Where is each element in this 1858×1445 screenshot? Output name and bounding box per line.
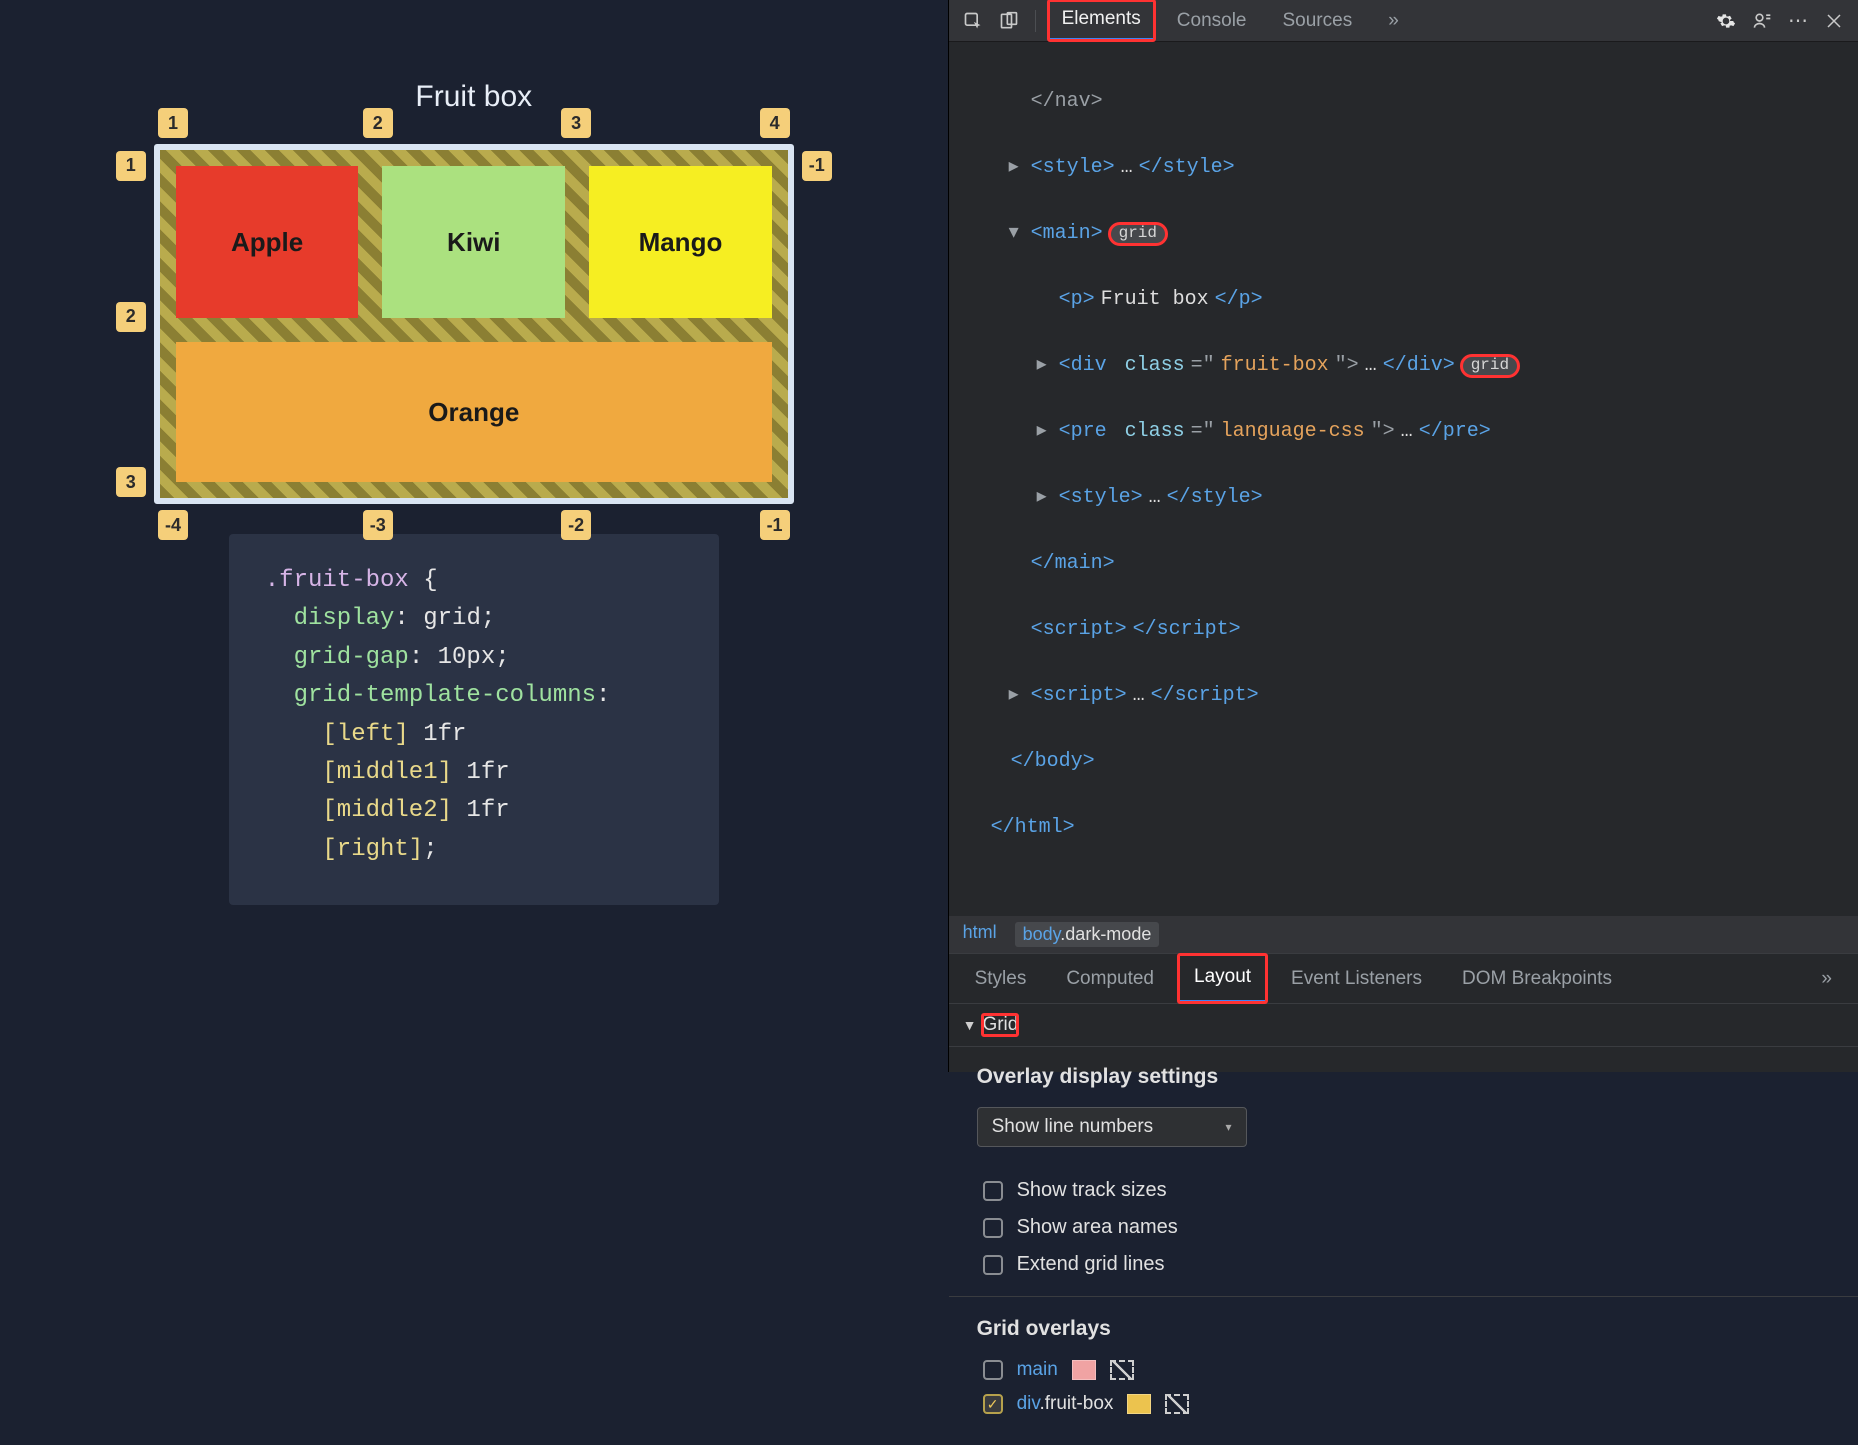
opt-extend-lines[interactable]: Extend grid lines: [983, 1253, 1824, 1276]
opt-track-sizes[interactable]: Show track sizes: [983, 1179, 1824, 1202]
breadcrumb-body[interactable]: body.dark-mode: [1015, 922, 1160, 947]
color-swatch-icon[interactable]: [1072, 1360, 1096, 1380]
checkbox-icon[interactable]: [983, 1181, 1003, 1201]
page-title: Fruit box: [415, 80, 532, 114]
subtabs-overflow[interactable]: »: [1805, 956, 1848, 1002]
grid-line-left-2: 2: [116, 302, 146, 332]
chevron-down-icon: ▼: [963, 1017, 977, 1033]
grid-overlays-heading: Grid overlays: [977, 1317, 1830, 1341]
css-code-card: .fruit-box { display: grid; grid-gap: 10…: [229, 534, 719, 905]
cell-kiwi: Kiwi: [382, 166, 565, 318]
subtab-styles[interactable]: Styles: [959, 956, 1043, 1002]
grid-line-top-1: 1: [158, 108, 188, 138]
device-toggle-icon[interactable]: [995, 7, 1023, 35]
reveal-icon[interactable]: [1110, 1360, 1134, 1380]
kebab-icon[interactable]: ⋯: [1784, 7, 1812, 35]
grid-badge-div[interactable]: grid: [1461, 355, 1519, 377]
grid-overlay-wrap: Apple Kiwi Mango Orange 1 2 3 4 -4 -3 -2…: [154, 144, 794, 504]
tab-sources[interactable]: Sources: [1269, 2, 1367, 40]
color-swatch-icon[interactable]: [1127, 1394, 1151, 1414]
grid-line-bot-1: -4: [158, 510, 188, 540]
overlay-row-fruitbox[interactable]: div.fruit-box: [983, 1393, 1824, 1415]
opt-area-names[interactable]: Show area names: [983, 1216, 1824, 1239]
layout-panel: Overlay display settings Show line numbe…: [949, 1047, 1858, 1445]
checkbox-icon[interactable]: [983, 1394, 1003, 1414]
cell-orange: Orange: [176, 342, 772, 482]
grid-line-bot-2: -3: [363, 510, 393, 540]
subtab-dom-breakpoints[interactable]: DOM Breakpoints: [1446, 956, 1628, 1002]
reveal-icon[interactable]: [1165, 1394, 1189, 1414]
grid-line-top-3: 3: [561, 108, 591, 138]
rendered-page-pane: Fruit box Apple Kiwi Mango Orange 1 2 3 …: [0, 0, 948, 1072]
grid-line-top-2: 2: [363, 108, 393, 138]
close-icon[interactable]: [1820, 7, 1848, 35]
tab-console[interactable]: Console: [1163, 2, 1261, 40]
subtab-layout[interactable]: Layout: [1178, 954, 1267, 1003]
dom-breadcrumb[interactable]: html body.dark-mode: [949, 916, 1858, 953]
tabs-overflow[interactable]: »: [1374, 2, 1413, 40]
feedback-icon[interactable]: [1748, 7, 1776, 35]
grid-line-bot-3: -2: [561, 510, 591, 540]
breadcrumb-html[interactable]: html: [963, 922, 997, 947]
subtab-computed[interactable]: Computed: [1050, 956, 1170, 1002]
checkbox-icon[interactable]: [983, 1218, 1003, 1238]
dom-nav-close[interactable]: </nav>: [1031, 85, 1103, 118]
cell-apple: Apple: [176, 166, 359, 318]
overlay-row-main[interactable]: main: [983, 1359, 1824, 1381]
grid-badge-main[interactable]: grid: [1109, 223, 1167, 245]
checkbox-icon[interactable]: [983, 1360, 1003, 1380]
overlay-settings-heading: Overlay display settings: [977, 1065, 1830, 1089]
tab-elements[interactable]: Elements: [1048, 0, 1155, 41]
grid-line-bot-4: -1: [760, 510, 790, 540]
gear-icon[interactable]: [1712, 7, 1740, 35]
checkbox-icon[interactable]: [983, 1255, 1003, 1275]
section-grid-header[interactable]: ▼ Grid: [949, 1004, 1858, 1047]
subtab-event-listeners[interactable]: Event Listeners: [1275, 956, 1438, 1002]
subpanel-tabs: Styles Computed Layout Event Listeners D…: [949, 953, 1858, 1004]
grid-line-right-1: -1: [802, 151, 832, 181]
grid-line-left-3: 3: [116, 467, 146, 497]
devtools-pane: Elements Console Sources » ⋯ </nav> ▸<st…: [948, 0, 1858, 1072]
section-grid-label: Grid: [982, 1014, 1018, 1036]
chevron-down-icon: ▾: [1226, 1120, 1232, 1134]
cell-mango: Mango: [589, 166, 772, 318]
inspect-icon[interactable]: [959, 7, 987, 35]
grid-line-top-4: 4: [760, 108, 790, 138]
devtools-toolbar: Elements Console Sources » ⋯: [949, 0, 1858, 42]
dom-tree[interactable]: </nav> ▸<style>…</style> ▾<main> grid <p…: [949, 42, 1858, 916]
line-numbers-dropdown[interactable]: Show line numbers ▾: [977, 1107, 1247, 1147]
fruit-box-grid: Apple Kiwi Mango Orange: [154, 144, 794, 504]
grid-line-left-1: 1: [116, 151, 146, 181]
